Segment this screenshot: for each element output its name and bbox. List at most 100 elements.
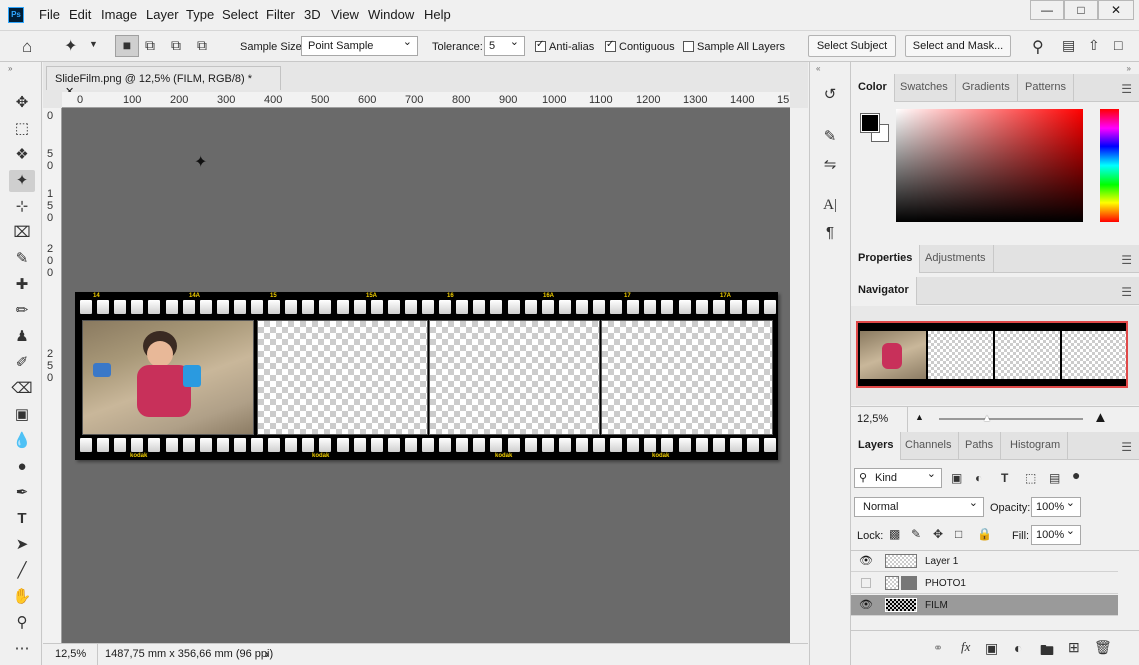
filter-pixel-icon[interactable]: ▣ xyxy=(951,471,962,485)
foreground-color-swatch[interactable] xyxy=(860,113,880,133)
vertical-scrollbar[interactable] xyxy=(790,108,808,643)
layer-row[interactable]: 👁 Layer 1 xyxy=(851,551,1118,572)
minimize-icon[interactable]: — xyxy=(1030,0,1064,20)
adjustments-icon[interactable]: ⇋ xyxy=(818,154,842,176)
intersect-selection-icon[interactable]: ⧉ xyxy=(197,37,207,54)
magic-wand-tool-icon[interactable]: ✦ xyxy=(9,170,35,192)
tab-channels[interactable]: Channels xyxy=(898,432,960,460)
marquee-tool-icon[interactable]: ⬚ xyxy=(9,118,35,140)
zoom-tool-icon[interactable]: ⚲ xyxy=(9,612,35,634)
status-menu-arrow[interactable]: › xyxy=(265,647,269,661)
menu-3d[interactable]: 3D xyxy=(304,7,321,22)
tolerance-input[interactable]: 5 xyxy=(484,35,525,56)
zoom-in-icon[interactable]: ▲ xyxy=(1093,409,1108,426)
brush-tool-icon[interactable]: ✏ xyxy=(9,300,35,322)
panel-menu-icon[interactable]: ☰ xyxy=(1121,82,1132,96)
workspace-layout-icon[interactable]: □ xyxy=(1114,37,1122,53)
add-selection-icon[interactable]: ⧉ xyxy=(145,37,155,54)
search-icon[interactable]: ⚲ xyxy=(1032,37,1044,57)
menu-select[interactable]: Select xyxy=(222,7,258,22)
clone-stamp-tool-icon[interactable]: ♟ xyxy=(9,326,35,348)
layer-row-selected[interactable]: 👁 FILM xyxy=(851,595,1118,616)
tab-properties[interactable]: Properties xyxy=(851,245,921,273)
history-panel-icon[interactable]: ↺ xyxy=(818,84,842,106)
path-selection-tool-icon[interactable]: ➤ xyxy=(9,534,35,556)
dodge-tool-icon[interactable]: ● xyxy=(9,456,35,478)
menu-view[interactable]: View xyxy=(331,7,359,22)
tab-paths[interactable]: Paths xyxy=(958,432,1002,460)
menu-type[interactable]: Type xyxy=(186,7,214,22)
navigator-zoom-value[interactable]: 12,5% xyxy=(857,413,888,425)
menu-file[interactable]: File xyxy=(39,7,60,22)
document-tab[interactable]: SlideFilm.png @ 12,5% (FILM, RGB/8) * ✕ xyxy=(46,66,281,98)
hand-tool-icon[interactable]: ✋ xyxy=(9,586,35,608)
opacity-input[interactable]: 100% xyxy=(1031,496,1081,517)
layer-row[interactable]: PHOTO1 xyxy=(851,573,1118,594)
filter-type-icon[interactable]: T xyxy=(1001,471,1008,485)
sample-all-checkbox[interactable] xyxy=(683,41,694,52)
lock-all-icon[interactable]: 🔒 xyxy=(977,527,992,541)
crop-tool-icon[interactable]: ⊹ xyxy=(9,196,35,218)
zoom-out-icon[interactable]: ▲ xyxy=(915,412,924,422)
lock-pixels-icon[interactable]: ✎ xyxy=(911,527,921,541)
blur-tool-icon[interactable]: 💧 xyxy=(9,430,35,452)
lock-artboard-icon[interactable]: □ xyxy=(955,527,962,541)
paragraph-panel-icon[interactable]: ¶ xyxy=(818,222,842,244)
workspace-icon[interactable]: ▤ xyxy=(1062,37,1075,54)
panel-menu-icon[interactable]: ☰ xyxy=(1121,440,1132,454)
filter-shape-icon[interactable]: ⬚ xyxy=(1025,471,1036,485)
lasso-tool-icon[interactable]: ❖ xyxy=(9,144,35,166)
tab-layers[interactable]: Layers xyxy=(851,432,902,460)
add-mask-icon[interactable]: ▣ xyxy=(985,640,998,657)
eyedropper-tool-icon[interactable]: ✎ xyxy=(9,248,35,270)
tab-patterns[interactable]: Patterns xyxy=(1018,74,1074,102)
new-group-icon[interactable]: 🖿 xyxy=(1040,640,1054,664)
status-zoom[interactable]: 12,5% xyxy=(55,648,86,660)
select-and-mask-button[interactable]: Select and Mask... xyxy=(905,35,1011,57)
brush-settings-icon[interactable]: ✎ xyxy=(818,126,842,148)
magic-wand-preset-icon[interactable]: ✦ xyxy=(64,36,77,56)
tab-color[interactable]: Color xyxy=(851,74,895,102)
character-panel-icon[interactable]: A| xyxy=(818,194,842,216)
tab-swatches[interactable]: Swatches xyxy=(893,74,956,102)
color-picker-field[interactable] xyxy=(896,109,1083,222)
subtract-selection-icon[interactable]: ⧉ xyxy=(171,37,181,54)
frame-tool-icon[interactable]: ⌧ xyxy=(9,222,35,244)
filter-toggle-icon[interactable]: ● xyxy=(1072,467,1080,483)
gradient-tool-icon[interactable]: ▣ xyxy=(9,404,35,426)
menu-layer[interactable]: Layer xyxy=(146,7,179,22)
healing-brush-tool-icon[interactable]: ✚ xyxy=(9,274,35,296)
pen-tool-icon[interactable]: ✒ xyxy=(9,482,35,504)
type-tool-icon[interactable]: T xyxy=(9,508,35,530)
layer-filter-select[interactable]: ⚲ Kind xyxy=(854,467,942,488)
menu-filter[interactable]: Filter xyxy=(266,7,295,22)
panel-menu-icon[interactable]: ☰ xyxy=(1121,253,1132,267)
new-selection-icon[interactable]: ■ xyxy=(115,35,139,57)
eraser-tool-icon[interactable]: ⌫ xyxy=(9,378,35,400)
menu-edit[interactable]: Edit xyxy=(69,7,91,22)
delete-layer-icon[interactable]: 🗑 xyxy=(1094,639,1112,656)
filter-adjustment-icon[interactable]: ◐ xyxy=(975,471,982,485)
collapse-arrows-icon[interactable]: » xyxy=(1127,64,1131,73)
share-icon[interactable]: ⇧ xyxy=(1088,37,1100,54)
fill-input[interactable]: 100% xyxy=(1031,524,1081,545)
move-tool-icon[interactable]: ✥ xyxy=(9,92,35,114)
zoom-slider-track[interactable] xyxy=(939,418,1083,420)
film-strip-image[interactable]: 14 14A 15 15A 16 16A 17 17A kodak kodak … xyxy=(75,292,778,460)
navigator-preview[interactable] xyxy=(856,321,1128,388)
tab-histogram[interactable]: Histogram xyxy=(1003,432,1069,460)
eye-icon[interactable]: 👁 xyxy=(859,554,873,567)
line-tool-icon[interactable]: ╱ xyxy=(9,560,35,582)
history-brush-tool-icon[interactable]: ✐ xyxy=(9,352,35,374)
blend-mode-select[interactable]: Normal xyxy=(854,496,984,517)
tab-gradients[interactable]: Gradients xyxy=(955,74,1018,102)
chevron-down-icon[interactable]: ▼ xyxy=(89,39,98,49)
lock-position-icon[interactable]: ✥ xyxy=(933,527,943,541)
tab-navigator[interactable]: Navigator xyxy=(851,277,917,305)
new-adjustment-icon[interactable]: ◐ xyxy=(1014,640,1022,656)
more-tools-icon[interactable]: ⋯ xyxy=(9,638,35,660)
menu-image[interactable]: Image xyxy=(101,7,137,22)
collapse-arrows-icon[interactable]: » xyxy=(8,64,12,73)
eye-icon[interactable]: 👁 xyxy=(859,598,873,611)
contiguous-checkbox[interactable] xyxy=(605,39,616,52)
